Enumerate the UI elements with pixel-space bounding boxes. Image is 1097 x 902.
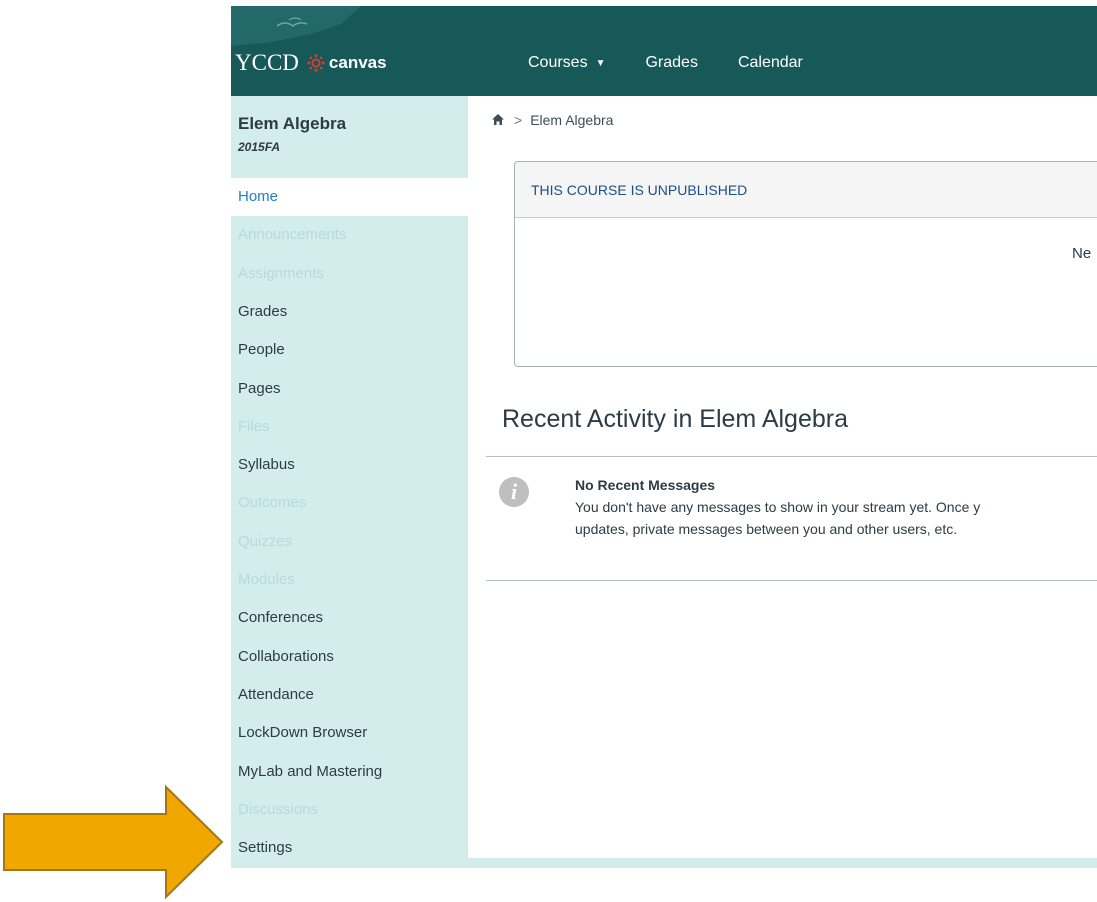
status-panel-body: Ne <box>515 218 1097 366</box>
recent-activity-heading: Recent Activity in Elem Algebra <box>502 405 848 433</box>
info-icon: i <box>499 477 529 507</box>
divider <box>486 580 1097 581</box>
nav-grades-label: Grades <box>645 54 698 71</box>
nav-calendar-label: Calendar <box>737 54 803 71</box>
logo-yccd-text: YCCD <box>235 50 299 75</box>
sidebar-item-grades[interactable]: Grades <box>231 293 468 331</box>
sidebar-item-attendance[interactable]: Attendance <box>231 676 468 714</box>
main-content: > Elem Algebra THIS COURSE IS UNPUBLISHE… <box>468 96 1097 858</box>
course-status-panel: THIS COURSE IS UNPUBLISHED Ne <box>514 161 1097 367</box>
yccd-canvas-logo[interactable]: YCCD canvas <box>235 50 387 76</box>
sidebar-item-outcomes[interactable]: Outcomes <box>231 484 468 522</box>
nav-courses[interactable]: Courses ▼ <box>528 54 605 72</box>
sidebar-item-files[interactable]: Files <box>231 408 468 446</box>
divider <box>486 456 1097 457</box>
no-messages-text: You don't have any messages to show in y… <box>575 496 980 540</box>
no-messages-line-2: updates, private messages between you an… <box>575 521 958 537</box>
global-nav: Courses ▼ Grades Calendar <box>528 54 843 72</box>
chevron-down-icon: ▼ <box>595 57 606 69</box>
sidebar-item-collaborations[interactable]: Collaborations <box>231 638 468 676</box>
course-sidebar: Elem Algebra 2015FA Home Announcements Ass… <box>231 96 468 868</box>
nav-grades[interactable]: Grades <box>645 54 697 72</box>
unpublished-banner: THIS COURSE IS UNPUBLISHED <box>515 162 1097 218</box>
nav-courses-label: Courses <box>528 54 588 71</box>
sidebar-item-settings[interactable]: Settings <box>231 829 468 867</box>
canvas-logo-icon <box>307 54 325 72</box>
no-messages-line-1: You don't have any messages to show in y… <box>575 499 981 515</box>
sidebar-item-syllabus[interactable]: Syllabus <box>231 446 468 484</box>
nav-calendar[interactable]: Calendar <box>738 54 803 72</box>
sidebar-item-discussions[interactable]: Discussions <box>231 791 468 829</box>
sidebar-item-quizzes[interactable]: Quizzes <box>231 523 468 561</box>
no-messages-title: No Recent Messages <box>575 477 716 493</box>
sidebar-item-home[interactable]: Home <box>231 178 468 216</box>
global-header: YCCD canvas Courses ▼ Grades Calendar <box>231 6 1097 96</box>
course-term: 2015FA <box>238 140 281 154</box>
settings-pointer-arrow-icon <box>3 784 224 900</box>
sidebar-item-conferences[interactable]: Conferences <box>231 599 468 637</box>
sidebar-item-lockdown-browser[interactable]: LockDown Browser <box>231 714 468 752</box>
breadcrumb-course[interactable]: Elem Algebra <box>530 112 613 128</box>
panel-partial-text: Ne <box>1072 245 1092 262</box>
sidebar-item-people[interactable]: People <box>231 331 468 369</box>
sidebar-item-assignments[interactable]: Assignments <box>231 255 468 293</box>
header-decoration <box>231 6 361 46</box>
sidebar-item-modules[interactable]: Modules <box>231 561 468 599</box>
home-icon[interactable] <box>492 112 504 128</box>
breadcrumb-separator-icon: > <box>514 112 523 128</box>
breadcrumb: > Elem Algebra <box>492 112 613 128</box>
sidebar-item-pages[interactable]: Pages <box>231 370 468 408</box>
sidebar-item-mylab-and-mastering[interactable]: MyLab and Mastering <box>231 753 468 791</box>
sidebar-item-announcements[interactable]: Announcements <box>231 216 468 254</box>
course-title[interactable]: Elem Algebra <box>238 114 346 134</box>
logo-canvas-word: canvas <box>328 53 387 72</box>
canvas-window: YCCD canvas Courses ▼ Grades Calendar El… <box>231 6 1097 868</box>
